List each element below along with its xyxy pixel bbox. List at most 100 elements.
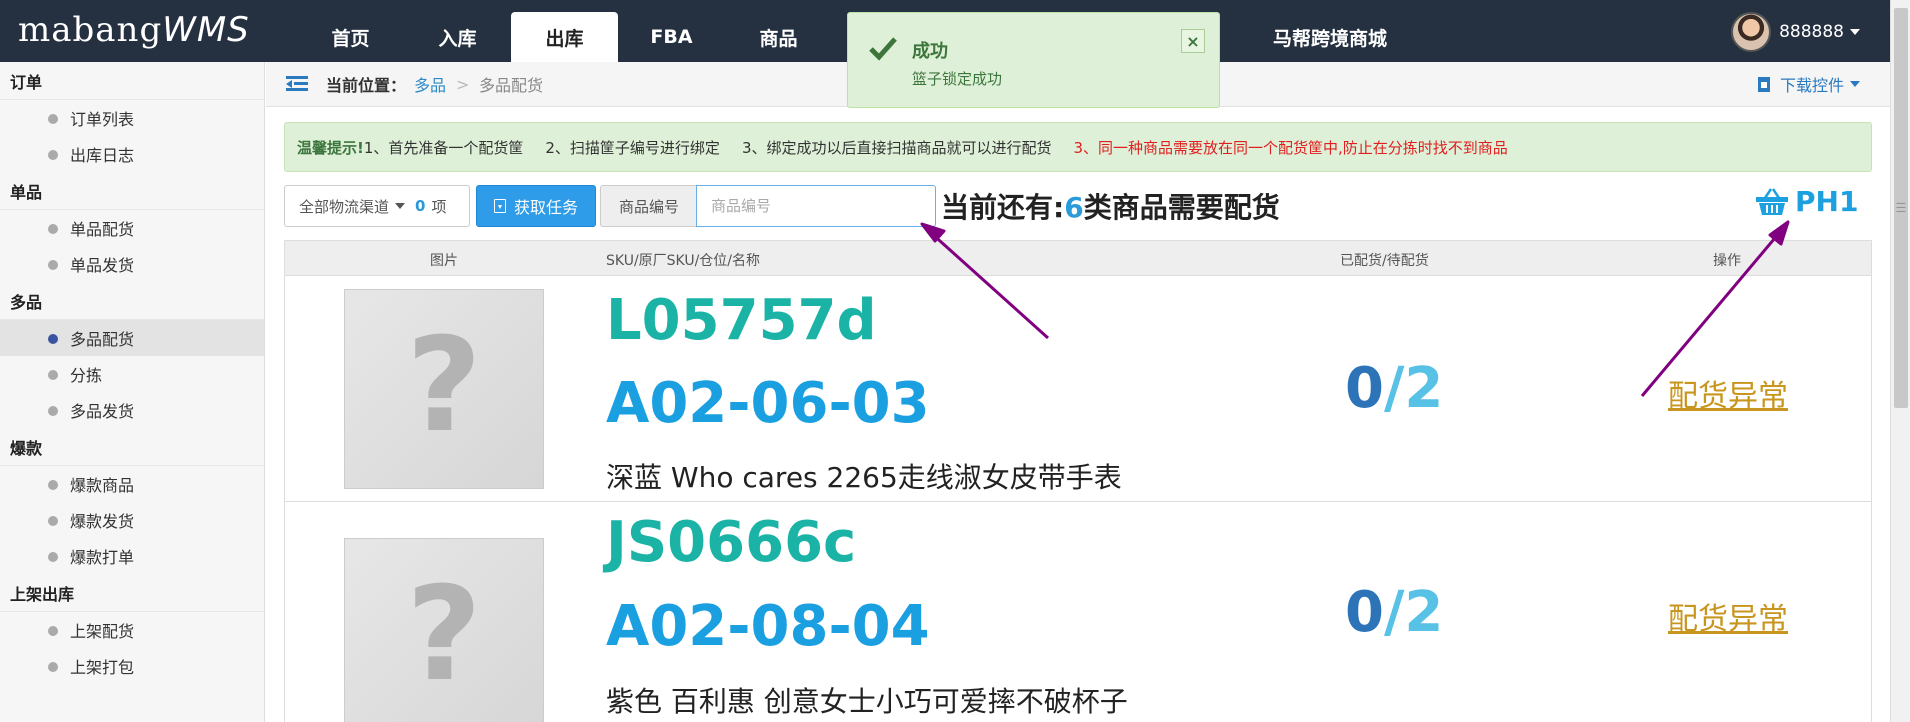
tip-bar: 温馨提示! 1、首先准备一个配货筐 2、扫描筐子编号进行绑定 3、绑定成功以后直… [284, 122, 1872, 172]
picked-count: 0 [1345, 580, 1384, 645]
product-sku: L05757d [606, 288, 877, 353]
sidebar-section-single: 单品 [0, 172, 264, 210]
product-image: ? [344, 289, 544, 489]
caret-down-icon [1850, 81, 1860, 87]
get-task-button[interactable]: 获取任务 [476, 185, 596, 227]
sku-input-addon: 商品编号 [600, 185, 697, 227]
product-name: 深蓝 Who cares 2265走线淑女皮带手表 [606, 461, 1122, 494]
logistics-channel-select[interactable]: 全部物流渠道 0 项 [284, 185, 470, 227]
quantity-separator: / [1383, 580, 1405, 645]
sidebar-item-sorting[interactable]: 分拣 [0, 356, 264, 392]
sidebar: 订单 订单列表 出库日志 单品 单品配货 单品发货 多品 多品配货 分拣 多品发… [0, 62, 265, 722]
nav-inbound[interactable]: 入库 [404, 12, 511, 62]
placeholder-image-icon: ? [406, 309, 482, 461]
picking-table: 图片 SKU/原厂SKU/仓位/名称 已配货/待配货 操作 ? L05757d … [284, 240, 1872, 722]
success-notification: 成功 篮子锁定成功 × [847, 12, 1220, 108]
quantity-separator: / [1383, 356, 1405, 421]
header-sku: SKU/原厂SKU/仓位/名称 [606, 253, 761, 269]
remaining-count: 6 [1064, 191, 1084, 224]
page-scrollbar[interactable]: — — — [1890, 0, 1910, 722]
logo-main: mabang [18, 10, 163, 50]
notification-title: 成功 [912, 41, 948, 62]
product-image: ? [344, 538, 544, 722]
remaining-suffix: 类商品需要配货 [1083, 191, 1280, 224]
download-label: 下载控件 [1779, 76, 1844, 95]
sidebar-item-label: 爆款发货 [70, 512, 135, 531]
breadcrumb-label: 当前位置： [326, 76, 407, 95]
sidebar-item-order-list[interactable]: 订单列表 [0, 100, 264, 136]
sidebar-item-label: 上架配货 [70, 622, 135, 641]
sidebar-item-shelf-packing[interactable]: 上架打包 [0, 648, 264, 684]
pending-count: 2 [1404, 580, 1444, 645]
check-icon [869, 37, 897, 61]
product-location: A02-06-03 [606, 371, 930, 436]
sidebar-item-hot-shipping[interactable]: 爆款发货 [0, 502, 264, 538]
pending-count: 2 [1404, 356, 1444, 421]
sidebar-section-multi: 多品 [0, 282, 264, 320]
sidebar-item-label: 上架打包 [70, 658, 135, 677]
sidebar-item-multi-shipping[interactable]: 多品发货 [0, 392, 264, 428]
picked-count: 0 [1345, 356, 1384, 421]
header-action: 操作 [1713, 253, 1741, 269]
nav-products[interactable]: 商品 [725, 12, 832, 62]
sidebar-section-shelf: 上架出库 [0, 574, 264, 612]
channel-label: 全部物流渠道 [299, 197, 390, 216]
breadcrumb-link-multi[interactable]: 多品 [414, 72, 446, 96]
sidebar-item-label: 出库日志 [70, 146, 135, 165]
product-location: A02-08-04 [606, 594, 930, 659]
basket-indicator[interactable]: PH1 [1755, 185, 1858, 218]
sidebar-item-outbound-log[interactable]: 出库日志 [0, 136, 264, 172]
breadcrumb-separator: > [456, 74, 470, 94]
remaining-prefix: 当前还有: [941, 191, 1065, 224]
username: 888888 [1779, 22, 1844, 42]
sidebar-section-hot: 爆款 [0, 428, 264, 466]
sidebar-item-label: 分拣 [70, 366, 103, 385]
tip-warning: 3、同一种商品需要放在同一个配货筐中,防止在分拣时找不到商品 [1073, 138, 1508, 157]
picking-exception-link[interactable]: 配货异常 [1668, 371, 1788, 415]
channel-count: 0 [415, 197, 426, 215]
tip-step-2: 2、扫描筐子编号进行绑定 [545, 138, 720, 157]
sidebar-item-hot-print[interactable]: 爆款打单 [0, 538, 264, 574]
caret-down-icon [395, 203, 406, 209]
sidebar-section-orders: 订单 [0, 62, 264, 100]
product-name: 紫色 百利惠 创意女士小巧可爱摔不破杯子 [606, 685, 1128, 718]
tip-label: 温馨提示! [297, 138, 364, 157]
menu-icon[interactable] [286, 76, 308, 92]
sidebar-item-label: 多品配货 [70, 330, 135, 349]
remaining-count-text: 当前还有:6类商品需要配货 [941, 186, 1280, 226]
scrollbar-grip-icon: — — — [1896, 198, 1906, 217]
sku-input[interactable] [696, 185, 936, 227]
tip-step-1: 1、首先准备一个配货筐 [363, 138, 524, 157]
close-icon[interactable]: × [1181, 29, 1205, 53]
nav-outbound[interactable]: 出库 [511, 12, 618, 62]
picking-exception-link[interactable]: 配货异常 [1668, 594, 1788, 638]
picked-quantity: 0/2 [1345, 356, 1443, 421]
notification-message: 篮子锁定成功 [912, 70, 1003, 88]
download-control-button[interactable]: 下载控件 [1757, 72, 1860, 96]
sidebar-item-single-shipping[interactable]: 单品发货 [0, 246, 264, 282]
nav-fba[interactable]: FBA [618, 12, 725, 62]
sidebar-item-shelf-picking[interactable]: 上架配货 [0, 612, 264, 648]
sidebar-item-label: 单品配货 [70, 220, 135, 239]
table-header: 图片 SKU/原厂SKU/仓位/名称 已配货/待配货 操作 [285, 241, 1871, 276]
breadcrumb-current: 多品配货 [479, 76, 544, 95]
nav-home[interactable]: 首页 [297, 12, 404, 62]
caret-down-icon [1850, 29, 1860, 35]
sidebar-item-multi-picking[interactable]: 多品配货 [0, 320, 264, 356]
sidebar-item-hot-products[interactable]: 爆款商品 [0, 466, 264, 502]
tip-step-3: 3、绑定成功以后直接扫描商品就可以进行配货 [741, 138, 1052, 157]
user-menu[interactable]: 888888 [1731, 12, 1860, 52]
sidebar-item-label: 多品发货 [70, 402, 135, 421]
nav-mall[interactable]: 马帮跨境商城 [1245, 12, 1415, 62]
basket-icon [1756, 187, 1788, 215]
basket-label: PH1 [1795, 185, 1859, 218]
logo[interactable]: mabangWMS [18, 10, 250, 50]
channel-unit: 项 [431, 197, 447, 216]
sidebar-item-single-picking[interactable]: 单品配货 [0, 210, 264, 246]
avatar[interactable] [1731, 12, 1772, 52]
product-sku: JS0666c [606, 510, 857, 575]
download-icon [493, 199, 506, 213]
header-quantity: 已配货/待配货 [1340, 253, 1429, 269]
get-task-label: 获取任务 [513, 198, 578, 217]
sidebar-item-label: 爆款商品 [70, 476, 135, 495]
